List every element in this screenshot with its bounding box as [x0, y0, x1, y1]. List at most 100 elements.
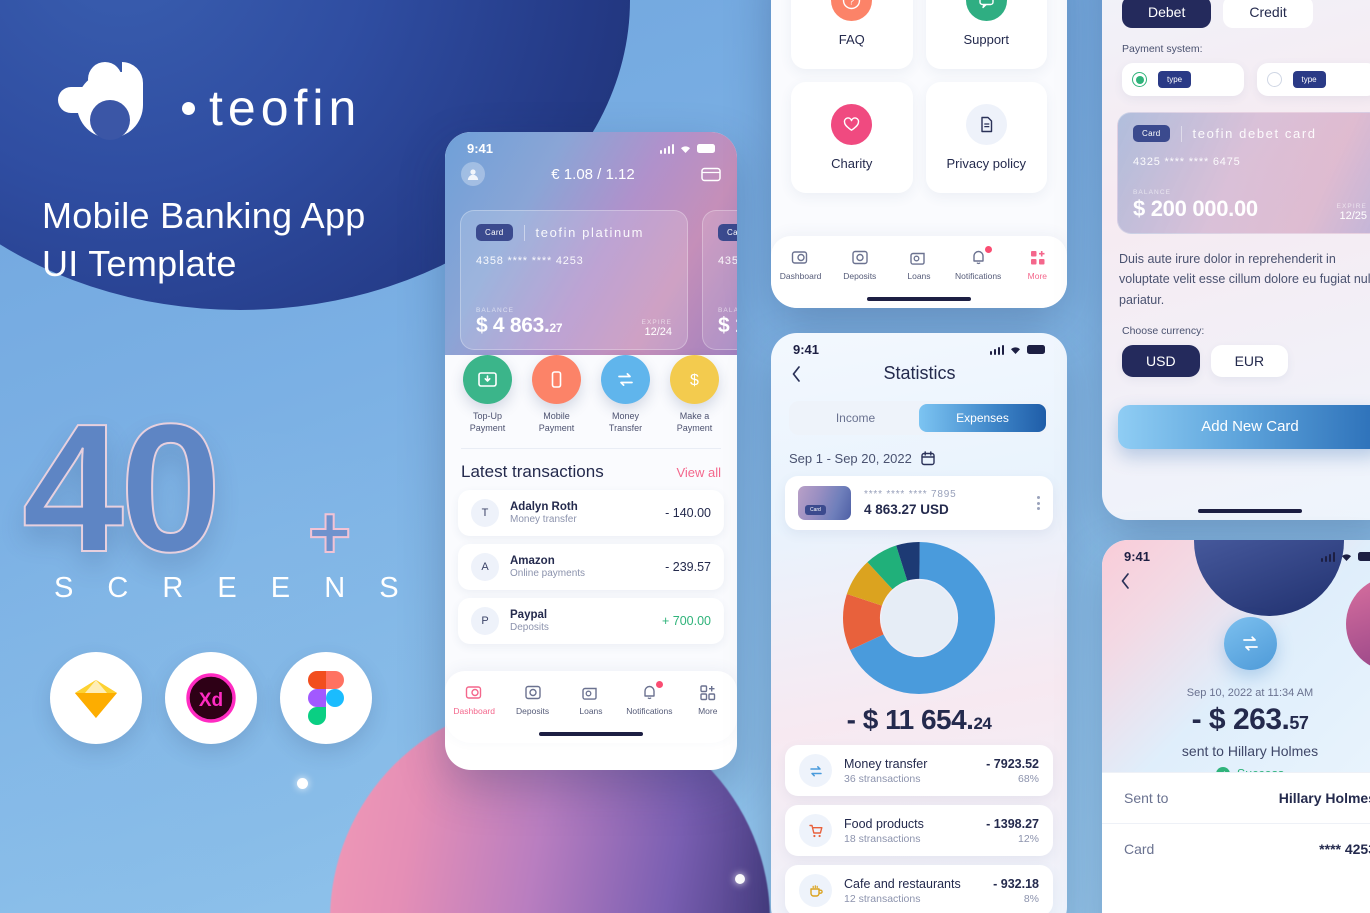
top-up-icon: [463, 355, 512, 404]
section-title: Latest transactions: [461, 461, 604, 481]
transaction-info: Adalyn Roth Money transfer: [510, 501, 654, 525]
chevron-left-icon[interactable]: [1120, 572, 1131, 590]
deposits-icon: [507, 682, 559, 702]
nav-item-dashboard[interactable]: Dashboard: [775, 247, 827, 281]
card-balance: $ 1 205.10: [718, 314, 737, 338]
quick-action-transfer[interactable]: Money Transfer: [597, 355, 655, 435]
segment-expenses[interactable]: Expenses: [919, 404, 1046, 432]
balance-main: $ 4 863.: [476, 314, 550, 337]
quick-action-label: Make a Payment: [666, 411, 724, 435]
check-icon: ✓: [1215, 767, 1230, 772]
teofin-logo-icon: [44, 52, 172, 164]
transaction-name: Paypal: [510, 608, 548, 621]
decorative-sphere: [1346, 576, 1370, 672]
payment-option[interactable]: type: [1256, 63, 1370, 96]
category-info: Food products 18 stransactions: [844, 817, 974, 845]
tab-credit[interactable]: Credit: [1223, 0, 1313, 28]
bank-card[interactable]: Card teofin platinum 4358 **** **** 4253…: [460, 210, 688, 350]
quick-action-payment[interactable]: $ Make a Payment: [666, 355, 724, 435]
more-item-support[interactable]: Support: [925, 0, 1047, 69]
transaction-row[interactable]: T Adalyn Roth Money transfer - 140.00: [458, 489, 724, 536]
question-icon: ?: [831, 0, 873, 21]
transaction-row[interactable]: A Amazon Online payments - 239.57: [458, 543, 724, 590]
nav-item-loans[interactable]: Loans: [893, 247, 945, 281]
preview-bank-card: Card teofin debet card 4325 **** **** 64…: [1117, 112, 1370, 234]
detail-row: Card **** 4253: [1102, 823, 1370, 874]
card-type-tabs[interactable]: Debet Credit: [1102, 0, 1370, 28]
card-footer: BALANCE $ 200 000.00 EXPIRE 12/25: [1133, 189, 1367, 222]
nav-item-dashboard[interactable]: Dashboard: [448, 682, 500, 716]
nav-item-more[interactable]: More: [1011, 247, 1063, 281]
card-chip-label: Card: [805, 505, 826, 515]
category-name: Food products: [844, 816, 924, 831]
transaction-amount: - 239.57: [665, 559, 711, 574]
more-item-privacy[interactable]: Privacy policy: [925, 82, 1047, 193]
card-number: 4358 **** **** 1190: [718, 255, 737, 267]
loans-icon: [565, 682, 617, 702]
payment-type-badge: type: [1292, 71, 1326, 88]
quick-action-top-up[interactable]: Top-Up Payment: [459, 355, 517, 435]
transaction-category: Online payments: [510, 567, 586, 579]
cart-icon: [799, 814, 832, 847]
payment-system-options[interactable]: type type: [1102, 55, 1370, 96]
income-expenses-toggle[interactable]: Income Expenses: [789, 401, 1049, 435]
cards-icon[interactable]: [701, 166, 721, 182]
segment-income[interactable]: Income: [792, 404, 919, 432]
balance-label: BALANCE: [1133, 189, 1172, 196]
nav-item-notifications[interactable]: Notifications: [952, 246, 1004, 281]
loans-icon: [893, 247, 945, 267]
nav-item-notifications[interactable]: Notifications: [623, 681, 675, 716]
nav-label: Notifications: [626, 706, 673, 716]
exchange-rate: € 1.08 / 1.12: [551, 165, 635, 183]
currency-eur[interactable]: EUR: [1210, 344, 1289, 377]
calendar-icon[interactable]: [921, 451, 935, 466]
add-new-card-button[interactable]: Add New Card: [1118, 404, 1370, 449]
tab-debet[interactable]: Debet: [1122, 0, 1212, 28]
transaction-name: Amazon: [510, 554, 555, 567]
phone-statistics-screen: 9:41 Statistics Income Expenses Sep 1 - …: [771, 333, 1067, 913]
nav-item-loans[interactable]: Loans: [565, 682, 617, 716]
bank-card[interactable]: Card teofin gold 4358 **** **** 1190 BAL…: [702, 210, 737, 350]
quick-action-mobile[interactable]: Mobile Payment: [528, 355, 586, 435]
date-range-text: Sep 1 - Sep 20, 2022: [789, 451, 912, 466]
bank-cards-carousel[interactable]: Card teofin platinum 4358 **** **** 4253…: [460, 210, 737, 350]
balance-label: BALANCE: [476, 307, 515, 314]
expire-label: EXPIRE: [641, 319, 672, 326]
more-item-faq[interactable]: ? FAQ: [791, 0, 913, 69]
tool-logos: Xd: [50, 652, 372, 744]
category-row[interactable]: Cafe and restaurants 12 stransactions - …: [785, 865, 1053, 913]
more-item-charity[interactable]: Charity: [791, 82, 913, 193]
signal-icon: [989, 344, 1004, 355]
radio-selected-icon[interactable]: [1132, 72, 1147, 87]
currency-options[interactable]: USD EUR: [1102, 337, 1370, 377]
transaction-row[interactable]: P Paypal Deposits + 700.00: [458, 597, 724, 644]
payment-option[interactable]: type: [1122, 63, 1244, 96]
avatar[interactable]: [461, 162, 485, 186]
nav-item-deposits[interactable]: Deposits: [834, 247, 886, 281]
mobile-icon: [532, 355, 581, 404]
nav-item-more[interactable]: More: [682, 682, 734, 716]
category-amount: - 932.18: [993, 876, 1039, 891]
card-chip-label: Card: [718, 224, 737, 241]
label-line2: Payment: [538, 422, 575, 433]
category-values: - 7923.52 68%: [986, 757, 1039, 785]
currency-usd[interactable]: USD: [1122, 344, 1200, 377]
category-row[interactable]: Food products 18 stransactions - 1398.27…: [785, 805, 1053, 856]
radio-icon[interactable]: [1266, 72, 1282, 87]
date-range-selector[interactable]: Sep 1 - Sep 20, 2022: [771, 435, 1067, 466]
view-all-link[interactable]: View all: [676, 465, 721, 480]
kebab-menu-icon[interactable]: [1037, 496, 1040, 510]
brand-name: teofin: [209, 80, 362, 136]
phone-add-card-screen: Debet Credit Payment system: type type C…: [1102, 0, 1370, 520]
more-item-label: Privacy policy: [946, 156, 1026, 171]
payment-type-badge: type: [1158, 71, 1192, 88]
account-selector[interactable]: Card **** **** **** 7895 4 863.27 USD: [785, 476, 1053, 530]
status-time: 9:41: [467, 141, 494, 156]
avatar: A: [471, 552, 499, 581]
category-row[interactable]: Money transfer 36 stransactions - 7923.5…: [785, 745, 1053, 796]
quick-action-label: Mobile Payment: [528, 411, 586, 435]
dashboard-icon: [775, 247, 827, 267]
nav-item-deposits[interactable]: Deposits: [507, 682, 559, 716]
card-expire: 12/25: [1339, 210, 1367, 222]
donut-chart-svg: [843, 542, 995, 694]
